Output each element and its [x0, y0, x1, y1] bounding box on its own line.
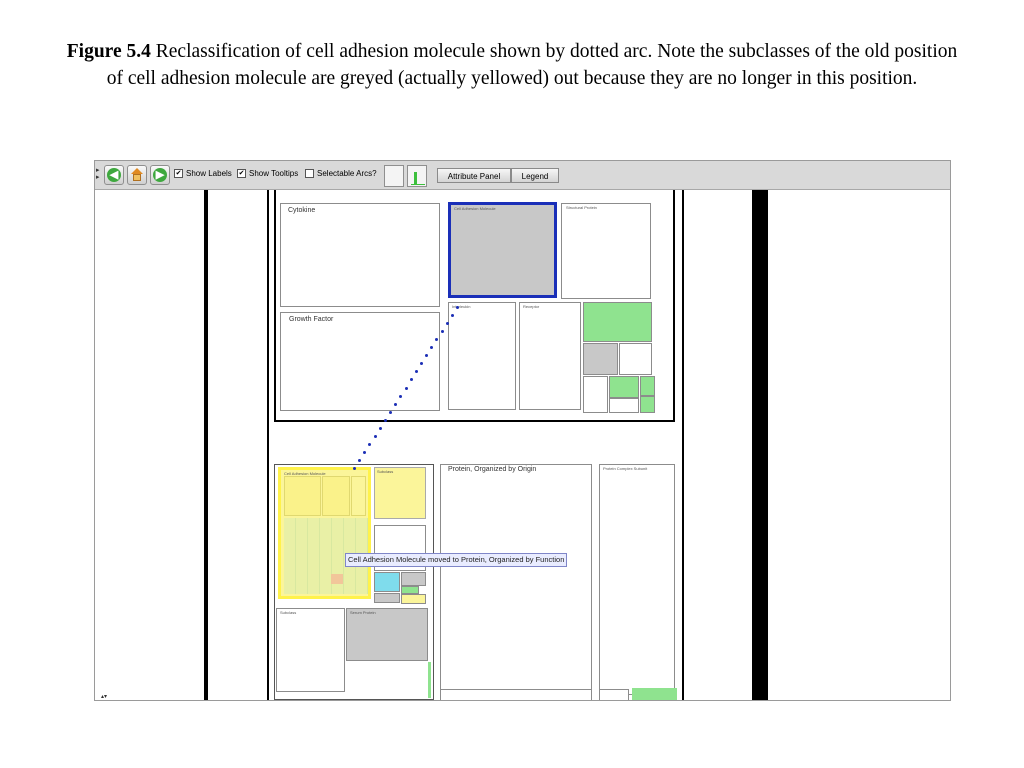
back-arrow-icon: ◀ — [107, 168, 121, 182]
selectable-arcs-checkbox[interactable]: Selectable Arcs? — [305, 169, 377, 178]
show-tooltips-label: Show Tooltips — [249, 169, 299, 178]
arc-dot — [353, 467, 356, 470]
arc-dot — [394, 402, 398, 406]
checkbox-box — [305, 169, 314, 178]
arc-dot — [389, 410, 393, 414]
divider-line — [682, 190, 684, 700]
application-window: ▸ ▸ ◀ ▶ ✔ Show Labels ✔ Show Tooltips Sel… — [94, 160, 951, 701]
attribute-panel-button[interactable]: Attribute Panel — [437, 168, 511, 183]
forward-arrow-icon: ▶ — [153, 168, 167, 182]
treemap-node[interactable]: Subclass — [276, 608, 345, 692]
arc-dot — [368, 442, 372, 446]
arc-dot — [373, 434, 377, 438]
arc-dot — [440, 330, 444, 334]
arc-dot — [358, 458, 362, 462]
arc-dot — [450, 314, 454, 318]
cell-adhesion-node-old[interactable]: Cell Adhesion Molecule — [278, 467, 371, 599]
show-labels-checkbox[interactable]: ✔ Show Labels — [174, 169, 232, 178]
color-swatch-button[interactable] — [384, 165, 404, 187]
treemap-node[interactable] — [609, 398, 639, 413]
structural-protein-label: Structural Protein — [566, 205, 597, 210]
tooltip: Cell Adhesion Molecule moved to Protein,… — [345, 553, 568, 567]
cell-adhesion-label: Cell Adhesion Molecule — [454, 206, 496, 211]
arc-dot — [378, 426, 382, 430]
treemap-node[interactable]: Subclass — [374, 467, 426, 519]
divider-line — [204, 190, 208, 700]
treemap-node[interactable] — [374, 593, 400, 603]
treemap-node[interactable] — [428, 662, 431, 698]
serum-protein-node[interactable]: Serum Protein — [346, 608, 428, 661]
treemap-canvas[interactable]: Cytokine Cell Adhesion Molecule Structur… — [95, 190, 950, 700]
node-label: Interleukin — [452, 304, 471, 309]
growth-factor-node[interactable]: Growth Factor — [280, 312, 440, 411]
node-label: Receptor — [523, 304, 540, 309]
toolbar-grip[interactable]: ▸ ▸ — [96, 167, 100, 181]
protein-complex-subunit-node[interactable]: Protein Complex Subunit — [599, 464, 675, 695]
cytokine-label: Cytokine — [288, 207, 316, 214]
treemap-node[interactable] — [640, 376, 655, 396]
treemap-node[interactable] — [583, 302, 652, 342]
protein-by-origin-node[interactable]: Protein, Organized by Origin — [440, 464, 592, 695]
growth-factor-label: Growth Factor — [289, 316, 334, 323]
divider-line — [752, 190, 768, 700]
treemap-node[interactable]: Receptor — [519, 302, 581, 410]
show-labels-label: Show Labels — [186, 169, 232, 178]
treemap-node[interactable]: Interleukin — [448, 302, 516, 410]
selectable-arcs-label: Selectable Arcs? — [317, 169, 377, 178]
protein-by-origin-label: Protein, Organized by Origin — [448, 466, 537, 473]
treemap-node[interactable] — [401, 594, 426, 604]
cell-adhesion-node-new[interactable]: Cell Adhesion Molecule — [448, 202, 557, 298]
figure-label: Figure 5.4 — [66, 41, 151, 62]
treemap-node[interactable] — [599, 689, 629, 700]
arc-dot — [383, 418, 387, 422]
serum-protein-label: Serum Protein — [350, 610, 376, 615]
forward-button[interactable]: ▶ — [150, 165, 170, 185]
figure-caption-text: Reclassification of cell adhesion molecu… — [106, 41, 958, 89]
protein-complex-subunit-label: Protein Complex Subunit — [603, 466, 648, 471]
checkbox-box: ✔ — [237, 169, 246, 178]
treemap-node[interactable] — [440, 689, 592, 700]
treemap-node[interactable] — [619, 343, 652, 375]
treemap-node[interactable] — [640, 396, 655, 413]
cytokine-node[interactable]: Cytokine — [280, 203, 440, 307]
treemap-node[interactable] — [401, 586, 419, 594]
arc-dot — [456, 306, 459, 309]
arc-dot — [363, 450, 367, 454]
arc-dot — [445, 322, 449, 326]
scroll-arrows-icon[interactable]: ▴▾ — [101, 693, 107, 700]
arc-dot — [404, 386, 408, 390]
treemap-node[interactable] — [632, 688, 677, 700]
node-label: Subclass — [377, 469, 394, 474]
structural-protein-node[interactable]: Structural Protein — [561, 203, 651, 299]
treemap-node[interactable] — [583, 343, 618, 375]
checkbox-box: ✔ — [174, 169, 183, 178]
treemap-node[interactable] — [374, 572, 400, 592]
treemap-node[interactable] — [401, 572, 426, 586]
treemap-node[interactable] — [583, 376, 608, 413]
node-label: Subclass — [280, 610, 297, 615]
toolbar: ▸ ▸ ◀ ▶ ✔ Show Labels ✔ Show Tooltips Sel… — [95, 161, 950, 190]
home-button[interactable] — [127, 165, 147, 185]
treemap-node[interactable] — [609, 376, 639, 398]
legend-button[interactable]: Legend — [511, 168, 559, 183]
figure-caption: Figure 5.4 Reclassification of cell adhe… — [60, 38, 964, 92]
back-button[interactable]: ◀ — [104, 165, 124, 185]
histogram-swatch-button[interactable] — [407, 165, 427, 187]
show-tooltips-checkbox[interactable]: ✔ Show Tooltips — [237, 169, 298, 178]
divider-line — [267, 190, 269, 700]
